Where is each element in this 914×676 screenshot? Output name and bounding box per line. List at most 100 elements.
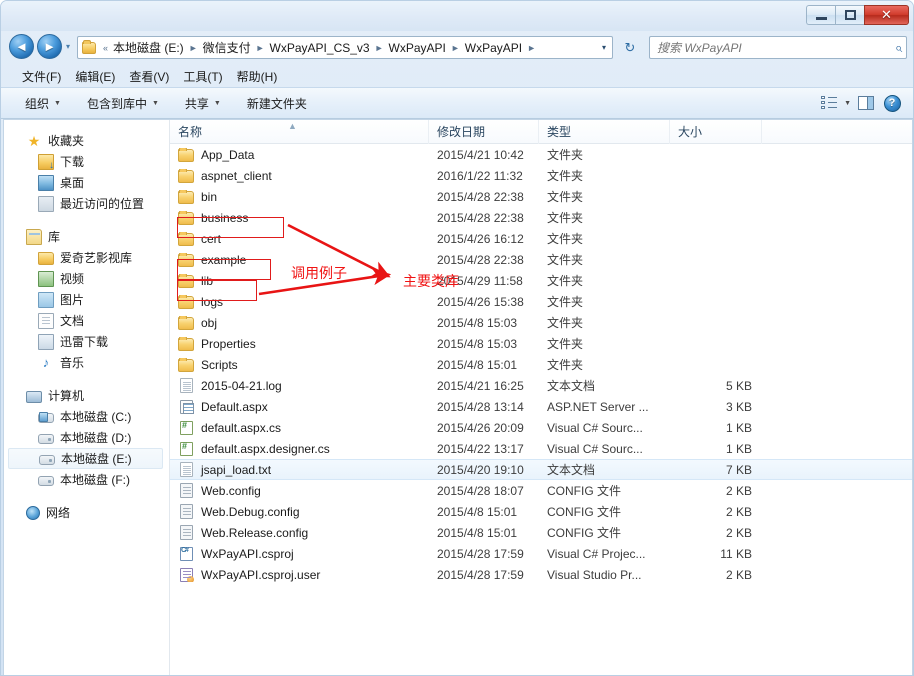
change-view-button[interactable] [818,92,840,114]
breadcrumb-item-2[interactable]: WxPayAPI_CS_v3 [268,40,372,56]
star-icon: ★ [27,132,41,149]
file-list-pane[interactable]: 名称 ▲ 修改日期 类型 大小 App_Data 2015/4/21 10:42 文… [170,120,912,675]
minimize-button[interactable] [806,5,835,25]
table-row[interactable]: WxPayAPI.csproj 2015/4/28 17:59 Visual C# … [170,543,912,564]
sidebar-item-recent-places[interactable]: 最近访问的位置 [4,193,169,214]
breadcrumb-item-1[interactable]: 微信支付 [201,38,253,57]
table-row[interactable]: aspnet_client 2016/1/22 11:32 文件夹 [170,165,912,186]
file-date-cell: 2015/4/26 16:12 [437,231,524,246]
file-type-cell: 文本文档 [547,379,596,393]
sidebar-item-drive-e[interactable]: 本地磁盘 (E:) [8,448,163,469]
menu-help[interactable]: 帮助(H) [230,66,285,87]
sidebar-item-videos[interactable]: 视频 [4,268,169,289]
navigation-pane[interactable]: ★ 收藏夹 下载 桌面 最近访问的位置 库 [4,120,170,675]
table-row[interactable]: 2015-04-21.log 2015/4/21 16:25 文本文档 5 KB [170,375,912,396]
table-row[interactable]: cert 2015/4/26 16:12 文件夹 [170,228,912,249]
refresh-button[interactable]: ↻ [619,37,641,58]
include-in-library-button[interactable]: 包含到库中 ▼ [79,92,167,115]
sidebar-item-thunder-download[interactable]: 迅雷下载 [4,331,169,352]
sidebar-item-desktop[interactable]: 桌面 [4,172,169,193]
table-row[interactable]: WxPayAPI.csproj.user 2015/4/28 17:59 Visua… [170,564,912,585]
nav-group-computer[interactable]: 计算机 [4,385,169,406]
table-row[interactable]: Web.Debug.config 2015/4/8 15:01 CONFIG 文件 2… [170,501,912,522]
nav-group-libraries[interactable]: 库 [4,226,169,247]
nav-group-favorites-label: 收藏夹 [48,134,85,148]
table-row[interactable]: logs 2015/4/26 15:38 文件夹 [170,291,912,312]
menu-file[interactable]: 文件(F) [15,66,68,87]
search-box[interactable]: ⌕ [649,36,907,59]
sidebar-item-drive-d[interactable]: 本地磁盘 (D:) [4,427,169,448]
sidebar-item-pictures[interactable]: 图片 [4,289,169,310]
sidebar-item-iqiyi-library[interactable]: 爱奇艺影视库 [4,247,169,268]
table-row[interactable]: business 2015/4/28 22:38 文件夹 [170,207,912,228]
breadcrumb-overflow-icon[interactable]: « [100,43,111,53]
address-bar[interactable]: « 本地磁盘 (E:) ► 微信支付 ► WxPayAPI_CS_v3 ► Wx… [77,36,613,59]
share-button[interactable]: 共享 ▼ [177,92,229,115]
column-header-type[interactable]: 类型 [539,120,670,144]
table-row[interactable]: Properties 2015/4/8 15:03 文件夹 [170,333,912,354]
table-row[interactable]: Scripts 2015/4/8 15:01 文件夹 [170,354,912,375]
recent-locations-icon[interactable]: ▾ [66,42,70,51]
breadcrumb-separator-icon[interactable]: ► [524,43,539,53]
table-row[interactable]: jsapi_load.txt 2015/4/20 19:10 文本文档 7 KB [170,459,912,480]
nav-group-computer-label: 计算机 [48,389,85,403]
file-type-cell: CONFIG 文件 [547,484,621,498]
file-name-label: bin [201,189,218,204]
organize-button[interactable]: 组织 ▼ [17,92,69,115]
table-row[interactable]: App_Data 2015/4/21 10:42 文件夹 [170,144,912,165]
table-row[interactable]: default.aspx.cs 2015/4/26 20:09 Visual C# … [170,417,912,438]
sidebar-item-music[interactable]: ♪ 音乐 [4,352,169,373]
help-button[interactable]: ? [881,92,903,114]
forward-button[interactable]: ► [37,34,62,59]
file-name-cell: Scripts [170,357,429,372]
back-button[interactable]: ◄ [9,34,34,59]
menu-tools[interactable]: 工具(T) [176,66,229,87]
preview-pane-button[interactable] [855,92,877,114]
table-row[interactable]: bin 2015/4/28 22:38 文件夹 [170,186,912,207]
table-row[interactable]: obj 2015/4/8 15:03 文件夹 [170,312,912,333]
table-row[interactable]: default.aspx.designer.cs 2015/4/22 13:17 V… [170,438,912,459]
breadcrumb-separator-icon[interactable]: ► [253,43,268,53]
search-icon[interactable]: ⌕ [895,40,902,56]
table-row[interactable]: lib 2015/4/29 11:58 文件夹 [170,270,912,291]
table-row[interactable]: example 2015/4/28 22:38 文件夹 [170,249,912,270]
table-row[interactable]: Default.aspx 2015/4/28 13:14 ASP.NET Serve… [170,396,912,417]
sidebar-item-downloads[interactable]: 下载 [4,151,169,172]
file-name-label: aspnet_client [201,168,272,183]
address-dropdown-icon[interactable]: ▾ [598,43,610,52]
breadcrumb-separator-icon[interactable]: ► [186,43,201,53]
file-name-cell: lib [170,273,429,288]
cs-icon [180,441,193,456]
sidebar-item-network[interactable]: 网络 [4,502,169,523]
folder-icon [178,168,194,183]
column-header-name[interactable]: 名称 ▲ [170,120,429,144]
new-folder-button[interactable]: 新建文件夹 [239,92,315,115]
column-header-date[interactable]: 修改日期 [429,120,539,144]
close-button[interactable]: ✕ [864,5,909,25]
nav-group-favorites[interactable]: ★ 收藏夹 [4,130,169,151]
column-header-size[interactable]: 大小 [670,120,762,144]
breadcrumb-separator-icon[interactable]: ► [448,43,463,53]
maximize-button[interactable] [835,5,864,25]
breadcrumb-item-4[interactable]: WxPayAPI [463,40,524,56]
file-name-label: default.aspx.designer.cs [201,441,330,456]
menu-view[interactable]: 查看(V) [122,66,176,87]
sidebar-item-label: 音乐 [60,356,85,370]
search-input[interactable] [657,40,895,55]
table-row[interactable]: Web.Release.config 2015/4/8 15:01 CONFIG 文… [170,522,912,543]
breadcrumb-item-3[interactable]: WxPayAPI [387,40,448,56]
sidebar-item-drive-c[interactable]: 本地磁盘 (C:) [4,406,169,427]
file-type-cell: 文件夹 [547,253,584,267]
breadcrumb-separator-icon[interactable]: ► [372,43,387,53]
file-date-cell: 2015/4/29 11:58 [437,273,523,288]
content-area: ★ 收藏夹 下载 桌面 最近访问的位置 库 [3,119,913,675]
txt-icon [180,462,193,477]
file-name-cell: bin [170,189,429,204]
sidebar-item-drive-f[interactable]: 本地磁盘 (F:) [4,469,169,490]
sidebar-item-documents[interactable]: 文档 [4,310,169,331]
chevron-down-icon[interactable]: ▼ [844,100,851,107]
breadcrumb-item-0[interactable]: 本地磁盘 (E:) [111,38,186,57]
menu-edit[interactable]: 编辑(E) [68,66,122,87]
table-row[interactable]: Web.config 2015/4/28 18:07 CONFIG 文件 2 KB [170,480,912,501]
